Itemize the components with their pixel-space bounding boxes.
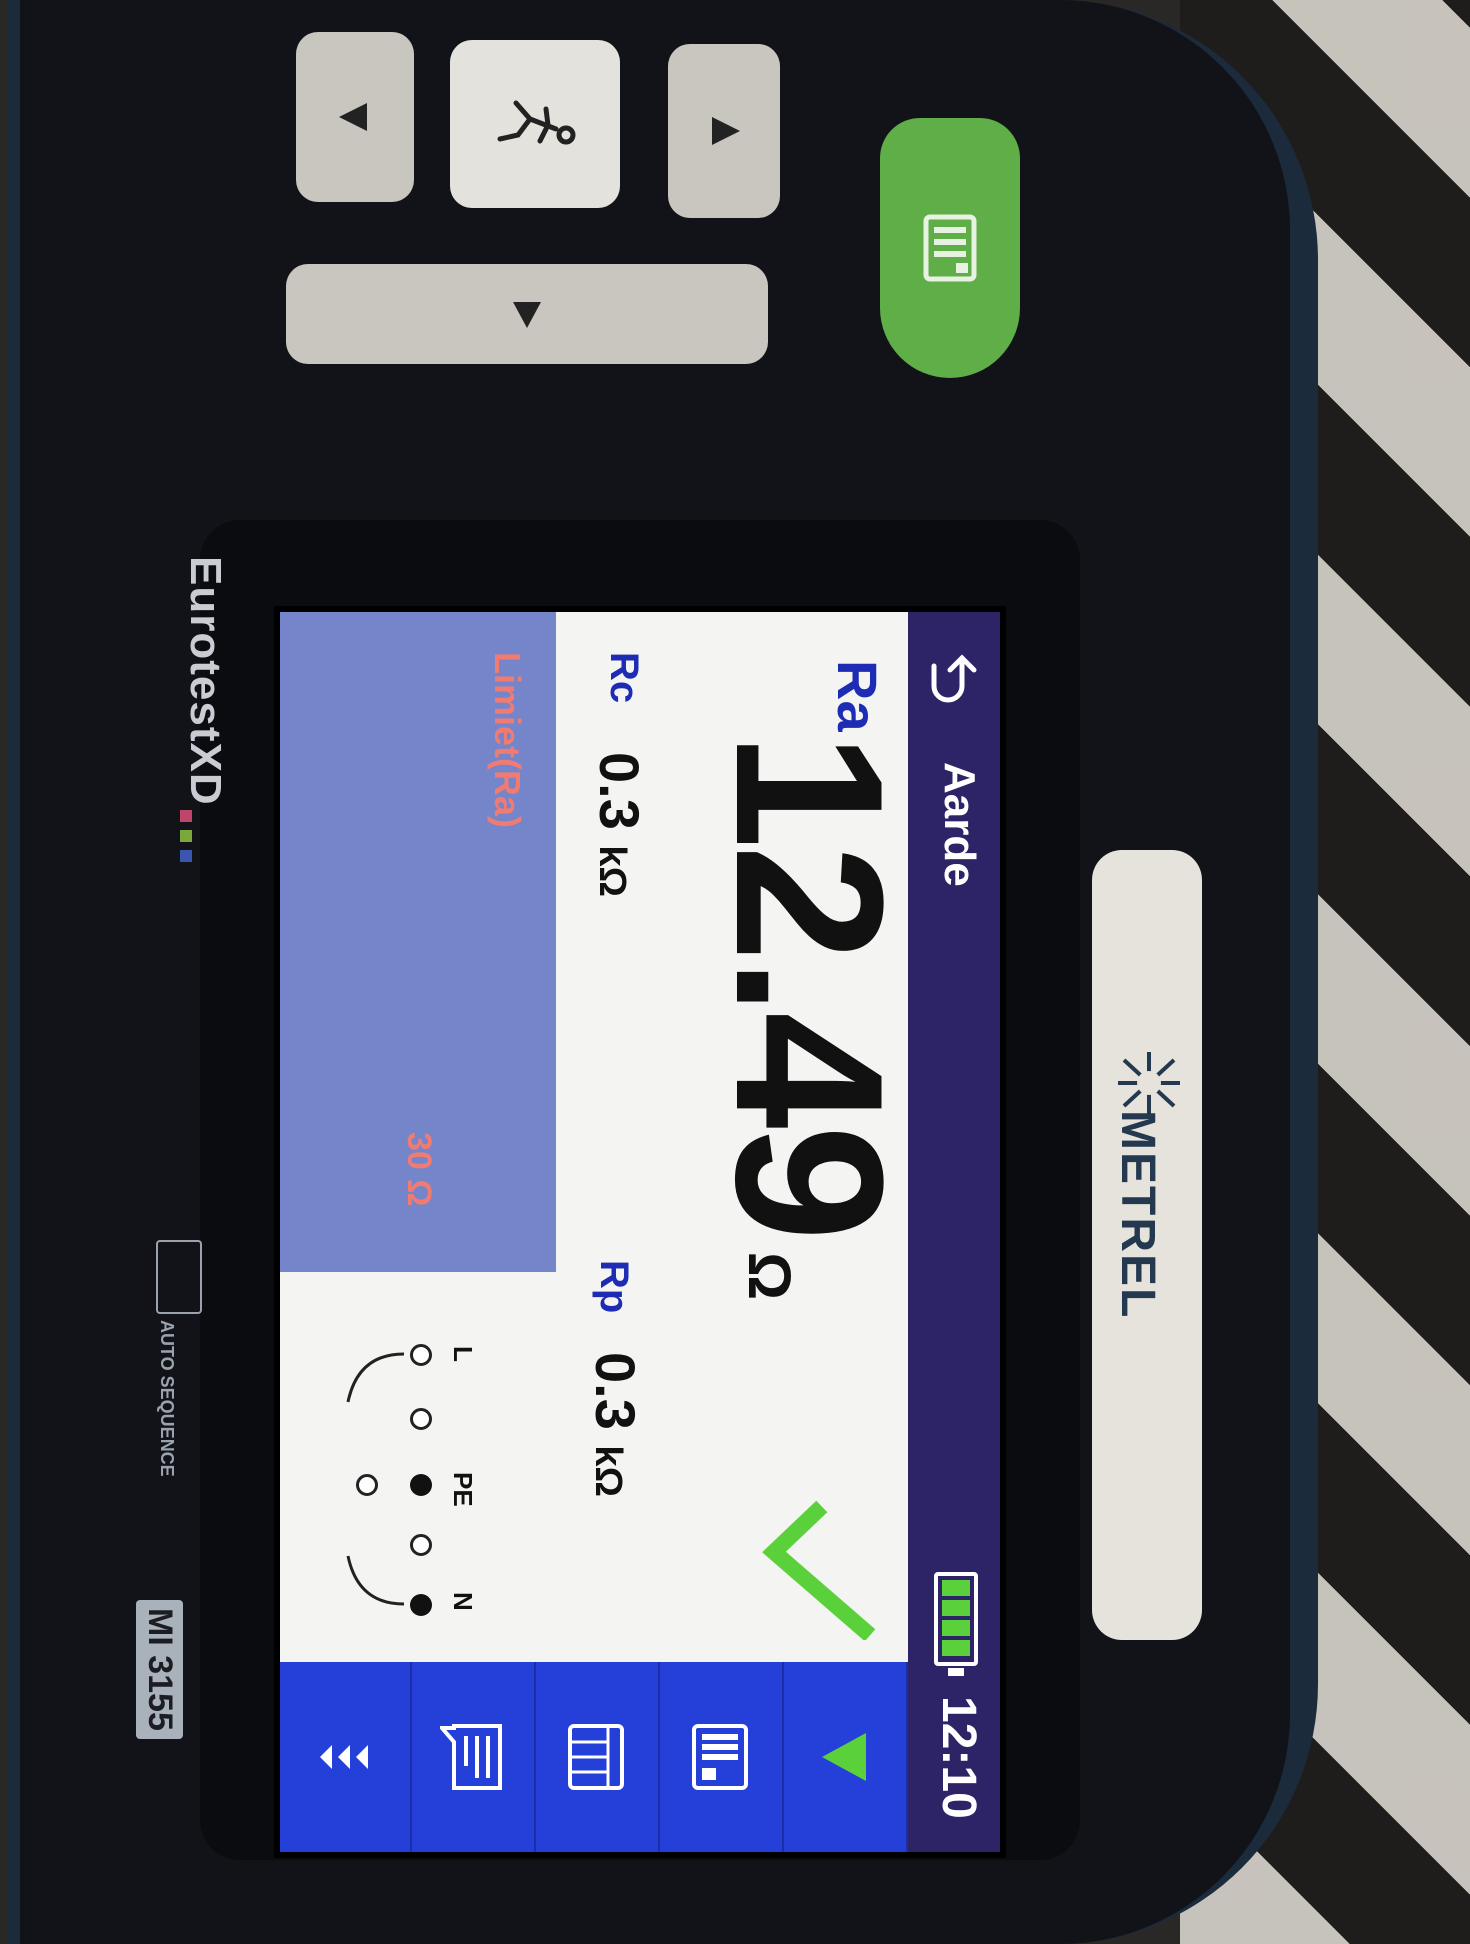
terminal-diagram: L PE N <box>298 1322 488 1652</box>
rc-label: Rc <box>602 652 646 704</box>
clock: 12:10 <box>932 1696 985 1819</box>
more-arrows-icon <box>320 1745 368 1769</box>
triangle-up-icon <box>339 103 367 131</box>
terminal-label-n: N <box>448 1592 478 1611</box>
comment-icon <box>440 1724 502 1790</box>
brand-label: METREL <box>1111 1110 1164 1320</box>
comment-button[interactable] <box>410 1662 536 1852</box>
device-screen: Aarde 12:10 Ra 12.49 Ω Rc 0.3 kΩ Rp 0.3 … <box>280 612 1000 1852</box>
function-sidebar <box>280 1662 908 1852</box>
limit-panel[interactable]: Limiet(Ra) 30 Ω <box>280 612 556 1272</box>
memory-card-icon <box>923 214 977 282</box>
auto-sequence-key[interactable] <box>156 1240 202 1314</box>
running-man-icon <box>497 100 576 145</box>
play-triangle-icon <box>822 1733 866 1781</box>
product-line-label: EurotestXD <box>181 556 230 806</box>
terminal-label-pe: PE <box>448 1472 478 1507</box>
save-button[interactable] <box>658 1662 784 1852</box>
test-title: Aarde <box>935 762 984 887</box>
results-button[interactable] <box>534 1662 660 1852</box>
rp-value: 0.3 kΩ <box>583 1352 648 1497</box>
rc-unit: kΩ <box>591 845 633 898</box>
rp-label: Rp <box>592 1260 636 1314</box>
ra-value: 12.49 <box>692 732 927 1238</box>
arrow-left-key[interactable] <box>286 264 768 364</box>
terminal-dot <box>410 1344 432 1366</box>
back-arrow-icon[interactable] <box>926 650 982 710</box>
limit-value: 30 Ω <box>400 1132 438 1207</box>
rc-value: 0.3 kΩ <box>587 752 652 897</box>
start-test-button[interactable] <box>782 1662 908 1852</box>
check-icon <box>762 1500 876 1640</box>
triangle-left-icon <box>513 302 541 328</box>
metrel-logo-icon <box>1118 1052 1180 1114</box>
auto-sequence-label: AUTO SEQUENCE <box>157 1320 177 1477</box>
results-grid-icon <box>568 1724 624 1790</box>
limit-label: Limiet(Ra) <box>487 652 528 829</box>
ra-unit: Ω <box>736 1252 803 1301</box>
arrow-down-key[interactable] <box>668 44 780 218</box>
terminal-dot <box>410 1408 432 1430</box>
results-area: Ra 12.49 Ω Rc 0.3 kΩ Rp 0.3 kΩ Limiet(Ra… <box>280 612 927 1662</box>
triangle-down-icon <box>712 117 740 145</box>
terminal-dot <box>410 1594 432 1616</box>
model-label: MI 3155 <box>136 1600 183 1739</box>
ra-label: Ra <box>826 660 889 732</box>
battery-icon <box>934 1572 978 1666</box>
terminal-dot <box>410 1474 432 1496</box>
color-dots <box>180 810 192 870</box>
save-key[interactable] <box>880 118 1020 378</box>
rp-unit: kΩ <box>587 1445 629 1498</box>
terminal-dot <box>410 1534 432 1556</box>
terminal-label-l: L <box>448 1346 478 1362</box>
probe-wires-icon <box>346 1352 405 1606</box>
memory-card-icon <box>692 1724 748 1790</box>
run-test-key[interactable] <box>450 40 620 208</box>
rp-number: 0.3 <box>584 1352 647 1430</box>
more-button[interactable] <box>280 1662 412 1852</box>
arrow-up-key[interactable] <box>296 32 414 202</box>
rc-number: 0.3 <box>588 752 651 830</box>
